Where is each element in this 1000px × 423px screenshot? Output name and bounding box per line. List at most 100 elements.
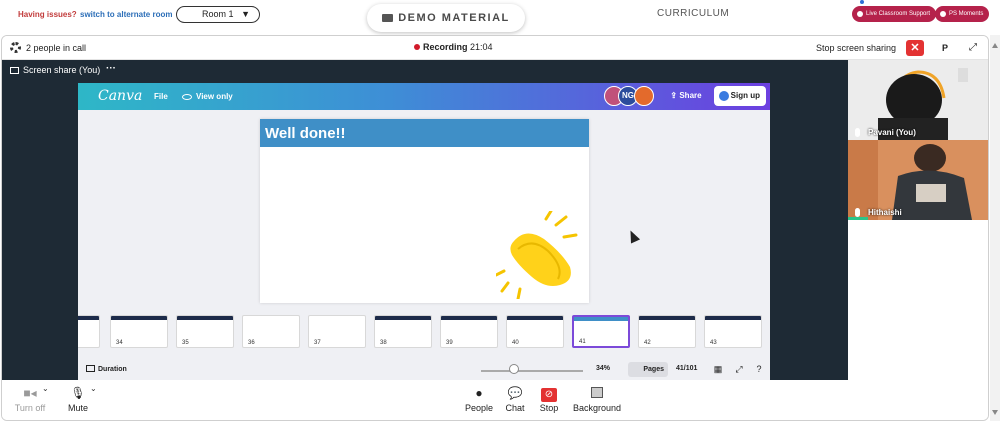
- slide-thumbnail[interactable]: 35: [176, 315, 234, 348]
- camera-options-chevron-icon[interactable]: ⌄: [42, 384, 49, 393]
- screen-share-label: Screen share (You): [10, 65, 100, 75]
- slide-thumbnail[interactable]: 43: [704, 315, 762, 348]
- recording-time: 21:04: [470, 42, 493, 52]
- stop-sharing-button[interactable]: ✕: [906, 40, 924, 56]
- indicator-dot: [860, 0, 864, 4]
- video-tile-pavani[interactable]: Pavani (You): [848, 60, 988, 140]
- scroll-down-icon[interactable]: [992, 410, 998, 415]
- room-select[interactable]: Room 1 ▼: [176, 6, 260, 23]
- stop-label: Stop: [539, 403, 559, 413]
- grid-view-icon[interactable]: ▦: [713, 364, 723, 374]
- caret-down-icon: ▼: [241, 9, 250, 19]
- pages-button[interactable]: Pages: [628, 362, 668, 377]
- chat-bubble-icon: 💬: [507, 386, 523, 400]
- background-label: Background: [572, 403, 622, 413]
- fullscreen-icon[interactable]: ⤢: [734, 364, 744, 374]
- recording-status: Recording 21:04: [414, 42, 493, 52]
- page-scrollbar[interactable]: [990, 35, 1000, 421]
- slide-thumbnail[interactable]: 34: [110, 315, 168, 348]
- view-only-button[interactable]: View only: [182, 92, 233, 101]
- share-label: Share: [679, 91, 702, 100]
- help-icon[interactable]: ?: [754, 364, 764, 374]
- slide-thumbnail[interactable]: 39: [440, 315, 498, 348]
- share-button[interactable]: ⇪ Share: [664, 86, 708, 106]
- upload-icon: ⇪: [670, 91, 680, 100]
- stop-share-button[interactable]: ⊘ Stop: [534, 380, 564, 413]
- background-button[interactable]: Background: [570, 380, 624, 413]
- call-header: 2 people in call Recording 21:04 Stop sc…: [2, 36, 988, 60]
- slide-thumbnail[interactable]: 36: [242, 315, 300, 348]
- canva-window: Canva File View only NG ⇪ Share Sign up …: [78, 83, 770, 380]
- monitor-icon: [10, 67, 19, 74]
- recording-label: Recording: [423, 42, 468, 52]
- demo-material-button[interactable]: DEMO MATERIAL: [367, 4, 525, 32]
- screen-share-label-text: Screen share (You): [23, 65, 101, 75]
- call-controls: ■◂ Turn off ⌄ 🎙 Mute ⌄ ● People 💬 Chat ⊘…: [2, 380, 988, 420]
- people-count: 2 people in call: [26, 43, 87, 53]
- background-icon: [570, 387, 624, 400]
- chat-button[interactable]: 💬 Chat: [500, 380, 530, 414]
- avatar: [634, 86, 654, 106]
- folder-icon: [382, 14, 394, 22]
- view-only-label: View only: [196, 92, 233, 101]
- issues-text: Having issues?: [18, 10, 77, 19]
- duration-button[interactable]: Duration: [86, 365, 127, 373]
- canva-header: Canva File View only NG ⇪ Share Sign up: [78, 83, 770, 110]
- sign-up-label: Sign up: [730, 91, 760, 100]
- video-tile-hithaishi[interactable]: Hithaishi: [848, 140, 988, 220]
- slide-thumbnail-active[interactable]: 41: [572, 315, 630, 348]
- person-icon: ●: [475, 386, 483, 400]
- mouse-cursor-icon: [625, 228, 641, 244]
- zoom-slider[interactable]: [481, 370, 583, 372]
- clapping-hands-icon: [496, 211, 578, 299]
- mute-label: Mute: [67, 403, 88, 413]
- room-select-value: Room 1: [202, 9, 234, 19]
- participant-name: Hithaishi: [868, 208, 902, 217]
- stop-share-icon: ⊘: [534, 387, 564, 402]
- thumbnail-strip: 34 35 36 37 38 39 40 41 42 43: [78, 315, 770, 355]
- p-button[interactable]: P: [937, 40, 953, 56]
- zoom-level: 34%: [596, 365, 611, 372]
- sign-up-button[interactable]: Sign up: [714, 86, 766, 106]
- screen-share-area: Screen share (You) ··· Canva File View o…: [2, 60, 848, 380]
- canva-c-icon: [719, 91, 729, 101]
- gear-icon[interactable]: [10, 42, 21, 53]
- mic-icon: [855, 208, 860, 217]
- live-support-button[interactable]: Live Classroom Support: [852, 6, 937, 22]
- mic-icon: [855, 128, 860, 137]
- recording-dot-icon: [414, 44, 420, 50]
- more-options-icon[interactable]: ···: [106, 63, 116, 74]
- stop-sharing-label: Stop screen sharing: [816, 43, 897, 53]
- curriculum-link[interactable]: CURRICULUM: [657, 8, 729, 19]
- participant-name: Pavani (You): [868, 128, 916, 137]
- speaking-indicator: [848, 217, 868, 220]
- slide-title: Well done!!: [260, 119, 589, 147]
- canva-footer: Duration 34% Pages 41/101 ▦ ⤢ ?: [78, 360, 770, 380]
- play-box-icon: [86, 365, 95, 372]
- turn-off-label: Turn off: [14, 403, 46, 413]
- eye-icon: [182, 94, 192, 100]
- zoom-slider-handle[interactable]: [509, 364, 519, 374]
- duration-label: Duration: [98, 366, 127, 373]
- demo-material-label: DEMO MATERIAL: [398, 12, 510, 24]
- pages-label: Pages: [643, 366, 664, 373]
- slide-thumbnail[interactable]: 42: [638, 315, 696, 348]
- mic-options-chevron-icon[interactable]: ⌄: [90, 384, 97, 393]
- scroll-up-icon[interactable]: [992, 43, 998, 48]
- people-button[interactable]: ● People: [461, 380, 497, 414]
- call-window: 2 people in call Recording 21:04 Stop sc…: [1, 35, 989, 421]
- page-count: 41/101: [676, 365, 698, 372]
- file-menu[interactable]: File: [154, 92, 168, 101]
- people-label: People: [464, 403, 494, 413]
- ps-moments-button[interactable]: PS Moments: [935, 6, 990, 22]
- slide-thumbnail[interactable]: 38: [374, 315, 432, 348]
- slide-thumbnail[interactable]: 40: [506, 315, 564, 348]
- chat-label: Chat: [505, 403, 525, 413]
- current-slide: Well done!!: [260, 119, 589, 303]
- top-bar: Having issues? switch to alternate room …: [0, 0, 1000, 34]
- fullscreen-icon[interactable]: ⤢: [965, 40, 981, 56]
- switch-room-link[interactable]: switch to alternate room: [80, 10, 172, 19]
- canva-logo: Canva: [98, 88, 143, 104]
- slide-thumbnail[interactable]: 37: [308, 315, 366, 348]
- slide-thumbnail-partial[interactable]: [78, 315, 100, 348]
